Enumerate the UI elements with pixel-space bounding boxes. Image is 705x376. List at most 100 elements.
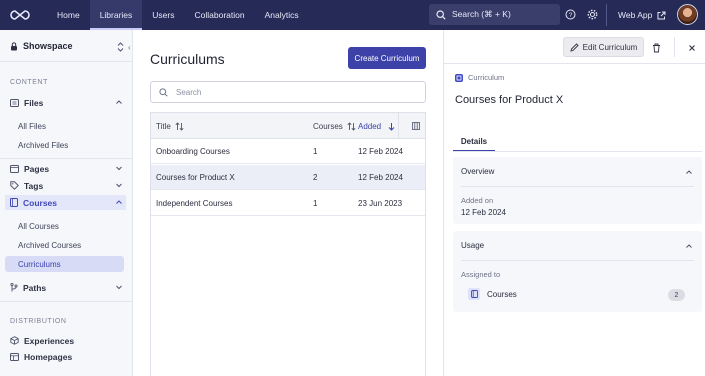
card-divider — [461, 186, 694, 187]
sidebar-item-label: Homepages — [24, 351, 73, 362]
create-curriculum-button[interactable]: Create Curriculum — [348, 47, 426, 69]
sidebar-item-label: Experiences — [24, 335, 75, 346]
cell-title: Courses for Product X — [156, 173, 235, 182]
nav-home[interactable]: Home — [47, 0, 90, 30]
tab-details[interactable]: Details — [453, 133, 495, 152]
usage-card: Usage Assigned to Courses 2 — [453, 231, 702, 312]
nav-analytics[interactable]: Analytics — [255, 0, 309, 30]
section-title-content: CONTENT — [10, 79, 49, 86]
collapse-sidebar-icon[interactable]: ‹ — [128, 43, 131, 52]
usage-title: Usage — [461, 241, 485, 250]
sort-descending-icon — [388, 122, 395, 131]
settings-gear-icon[interactable] — [586, 8, 599, 21]
sidebar-divider — [0, 301, 133, 302]
table-row-selected[interactable]: Courses for Product X 2 12 Feb 2024 — [151, 165, 425, 190]
sidebar-item-paths[interactable]: Paths — [10, 280, 126, 295]
cell-title: Onboarding Courses — [156, 147, 230, 156]
sidebar-item-label: Curriculums — [18, 259, 61, 269]
assigned-count-badge: 2 — [668, 289, 685, 301]
chevron-down-icon — [116, 285, 122, 290]
global-search-button[interactable]: Search (⌘ + K) — [429, 4, 560, 25]
web-app-link[interactable]: Web App — [618, 0, 666, 30]
column-header-courses[interactable]: Courses — [313, 113, 356, 139]
book-icon — [468, 288, 480, 300]
workspace-selector[interactable]: Showspace — [10, 41, 73, 51]
usage-header[interactable]: Usage — [453, 231, 702, 260]
help-icon[interactable]: ? — [564, 8, 577, 21]
panel-type-label: Curriculum — [455, 73, 504, 82]
chevron-up-down-icon[interactable] — [117, 42, 124, 52]
sidebar-item-all-courses[interactable]: All Courses — [18, 222, 59, 231]
path-branch-icon — [10, 283, 18, 292]
user-avatar[interactable] — [677, 4, 698, 25]
column-label: Courses — [313, 121, 343, 131]
sidebar: Showspace ‹ CONTENT Files All Files Arch… — [0, 30, 133, 376]
edit-button-label: Edit Curriculum — [582, 42, 638, 52]
edit-curriculum-button[interactable]: Edit Curriculum — [563, 37, 644, 57]
curriculum-icon — [455, 73, 463, 82]
search-icon — [436, 9, 446, 20]
panel-title: Courses for Product X — [455, 94, 564, 106]
column-header-title[interactable]: Title — [156, 113, 184, 139]
sidebar-divider — [0, 158, 133, 159]
column-settings-icon[interactable] — [408, 113, 420, 139]
folder-icon — [10, 98, 19, 107]
chevron-down-icon — [116, 166, 122, 171]
cube-icon — [10, 336, 19, 345]
assigned-item-courses[interactable]: Courses — [468, 288, 517, 300]
panel-type-text: Curriculum — [468, 73, 505, 82]
sort-icon — [347, 121, 356, 131]
table-row[interactable]: Independent Courses 1 23 Jun 2023 — [151, 191, 425, 216]
curriculums-table: Title Courses Added Onboarding Courses 1… — [150, 112, 426, 376]
app-logo-icon[interactable] — [10, 9, 30, 21]
book-icon — [10, 198, 18, 207]
cell-title: Independent Courses — [156, 199, 233, 208]
trash-icon[interactable] — [651, 42, 662, 53]
sidebar-item-archived-files[interactable]: Archived Files — [18, 141, 68, 150]
sidebar-item-courses[interactable]: Courses — [5, 195, 126, 210]
nav-libraries[interactable]: Libraries — [89, 0, 143, 30]
section-title-distribution: DISTRIBUTION — [10, 318, 67, 325]
search-placeholder: Search — [176, 87, 202, 97]
cell-added: 12 Feb 2024 — [358, 147, 403, 156]
sidebar-item-homepages[interactable]: Homepages — [10, 349, 126, 364]
cell-added: 12 Feb 2024 — [358, 173, 403, 182]
assigned-to-label: Assigned to — [461, 270, 501, 279]
chevron-up-icon — [116, 100, 122, 104]
close-icon[interactable] — [686, 42, 697, 53]
table-header: Title Courses Added — [151, 113, 425, 139]
chevron-up-icon — [686, 244, 692, 248]
homepage-icon — [10, 352, 19, 361]
overview-card: Overview Added on 12 Feb 2024 — [453, 157, 702, 224]
sidebar-item-experiences[interactable]: Experiences — [10, 333, 126, 348]
table-row[interactable]: Onboarding Courses 1 12 Feb 2024 — [151, 139, 425, 164]
cell-added: 23 Jun 2023 — [358, 199, 403, 208]
lock-icon — [11, 41, 17, 50]
column-header-added[interactable]: Added — [358, 113, 396, 139]
search-input[interactable]: Search — [150, 81, 426, 103]
sidebar-item-archived-courses[interactable]: Archived Courses — [18, 241, 81, 250]
external-link-icon — [657, 11, 666, 19]
search-icon — [159, 87, 168, 97]
nav-users[interactable]: Users — [142, 0, 184, 30]
card-divider — [461, 260, 694, 261]
pages-icon — [10, 164, 19, 173]
sidebar-item-label: Pages — [24, 163, 50, 174]
global-search-label: Search (⌘ + K) — [452, 9, 511, 19]
sidebar-item-label: Files — [24, 97, 44, 108]
column-divider — [398, 113, 399, 139]
sidebar-item-curriculums[interactable]: Curriculums — [5, 256, 124, 272]
cell-courses: 1 — [313, 147, 318, 156]
sidebar-item-tags[interactable]: Tags — [10, 178, 126, 193]
sort-icon — [175, 121, 184, 131]
svg-text:?: ? — [569, 12, 573, 19]
sidebar-item-pages[interactable]: Pages — [10, 161, 126, 176]
overview-header[interactable]: Overview — [453, 157, 702, 186]
panel-header-divider — [444, 63, 705, 64]
sidebar-item-all-files[interactable]: All Files — [18, 122, 46, 131]
tag-icon — [10, 181, 19, 190]
nav-collaboration[interactable]: Collaboration — [185, 0, 255, 30]
sidebar-item-files[interactable]: Files — [10, 95, 126, 110]
chevron-up-icon — [116, 200, 122, 204]
chevron-up-icon — [686, 170, 692, 174]
